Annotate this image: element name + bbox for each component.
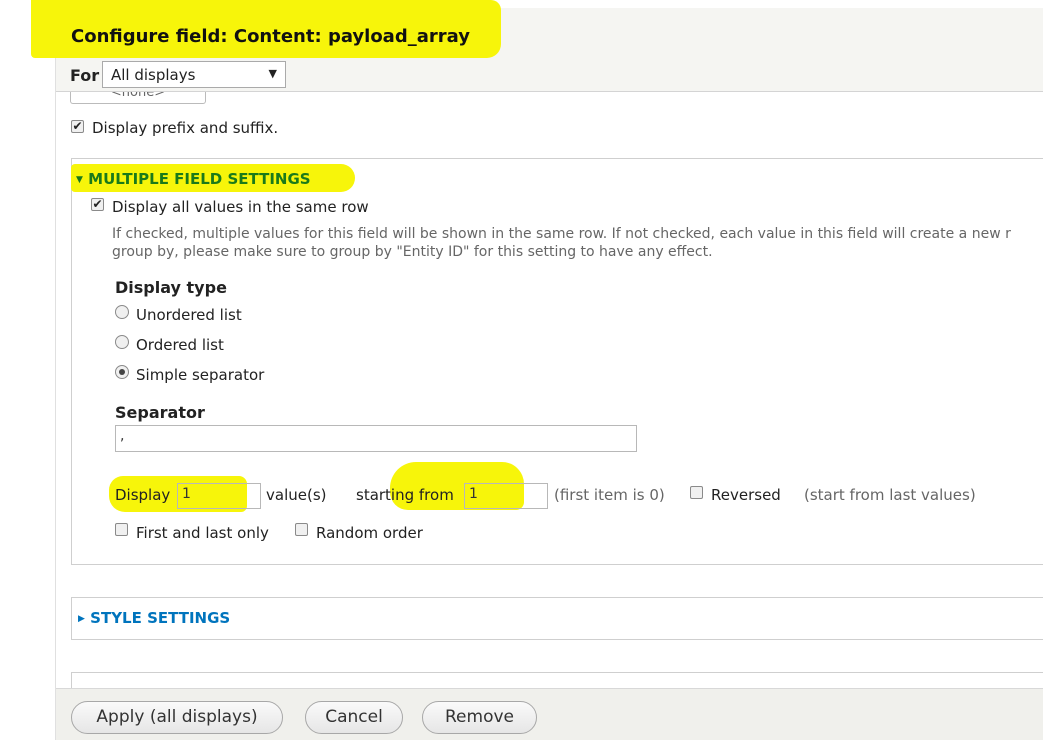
dialog-footer: Apply (all displays) Cancel Remove [56,688,1043,740]
display-type-label: Display type [115,278,227,297]
multiple-field-settings-toggle[interactable]: ▼ MULTIPLE FIELD SETTINGS [76,170,311,188]
starting-from-input[interactable]: 1 [464,483,548,509]
triangle-right-icon: ▶ [78,614,85,624]
multiple-field-settings-title: MULTIPLE FIELD SETTINGS [88,170,311,188]
style-settings-toggle[interactable]: ▶ STYLE SETTINGS [78,609,230,627]
unordered-list-label: Unordered list [136,306,242,324]
for-label: For [70,66,100,85]
remove-button[interactable]: Remove [422,701,537,734]
prefix-suffix-checkbox[interactable]: ✔ [71,120,84,133]
radio-unordered-list[interactable] [115,305,129,319]
first-last-label: First and last only [136,524,269,542]
for-displays-select[interactable]: All displays ▼ [102,61,286,88]
cancel-button[interactable]: Cancel [305,701,403,734]
random-order-checkbox[interactable] [295,523,308,536]
simple-separator-label: Simple separator [136,366,265,384]
radio-simple-separator[interactable] [115,365,129,379]
first-item-note: (first item is 0) [554,486,665,504]
same-row-description: If checked, multiple values for this fie… [112,226,1011,260]
reversed-note: (start from last values) [804,486,976,504]
views-dialog: Configure field: Content: payload_array … [31,0,1043,740]
style-settings-title: STYLE SETTINGS [90,609,231,627]
reversed-checkbox[interactable] [690,486,703,499]
triangle-down-icon: ▼ [76,175,83,185]
apply-button[interactable]: Apply (all displays) [71,701,283,734]
ordered-list-label: Ordered list [136,336,224,354]
first-last-checkbox[interactable] [115,523,128,536]
radio-ordered-list[interactable] [115,335,129,349]
reversed-label: Reversed [711,486,781,504]
values-suffix-label: value(s) [266,486,327,504]
for-select-value: All displays [111,66,196,84]
random-order-label: Random order [316,524,423,542]
dialog-header: Configure field: Content: payload_array … [31,0,1043,92]
separator-label: Separator [115,403,205,422]
starting-from-label: starting from [356,486,454,504]
caret-down-icon: ▼ [268,67,277,80]
display-count-input[interactable]: 1 [177,483,261,509]
dialog-title: Configure field: Content: payload_array [71,26,470,47]
separator-input[interactable]: , [115,425,637,452]
prefix-suffix-label: Display prefix and suffix. [92,119,279,137]
partial-select[interactable]: <none> [70,92,206,104]
same-row-label: Display all values in the same row [112,198,369,216]
display-count-label: Display [115,486,171,504]
same-row-checkbox[interactable]: ✔ [91,198,104,211]
